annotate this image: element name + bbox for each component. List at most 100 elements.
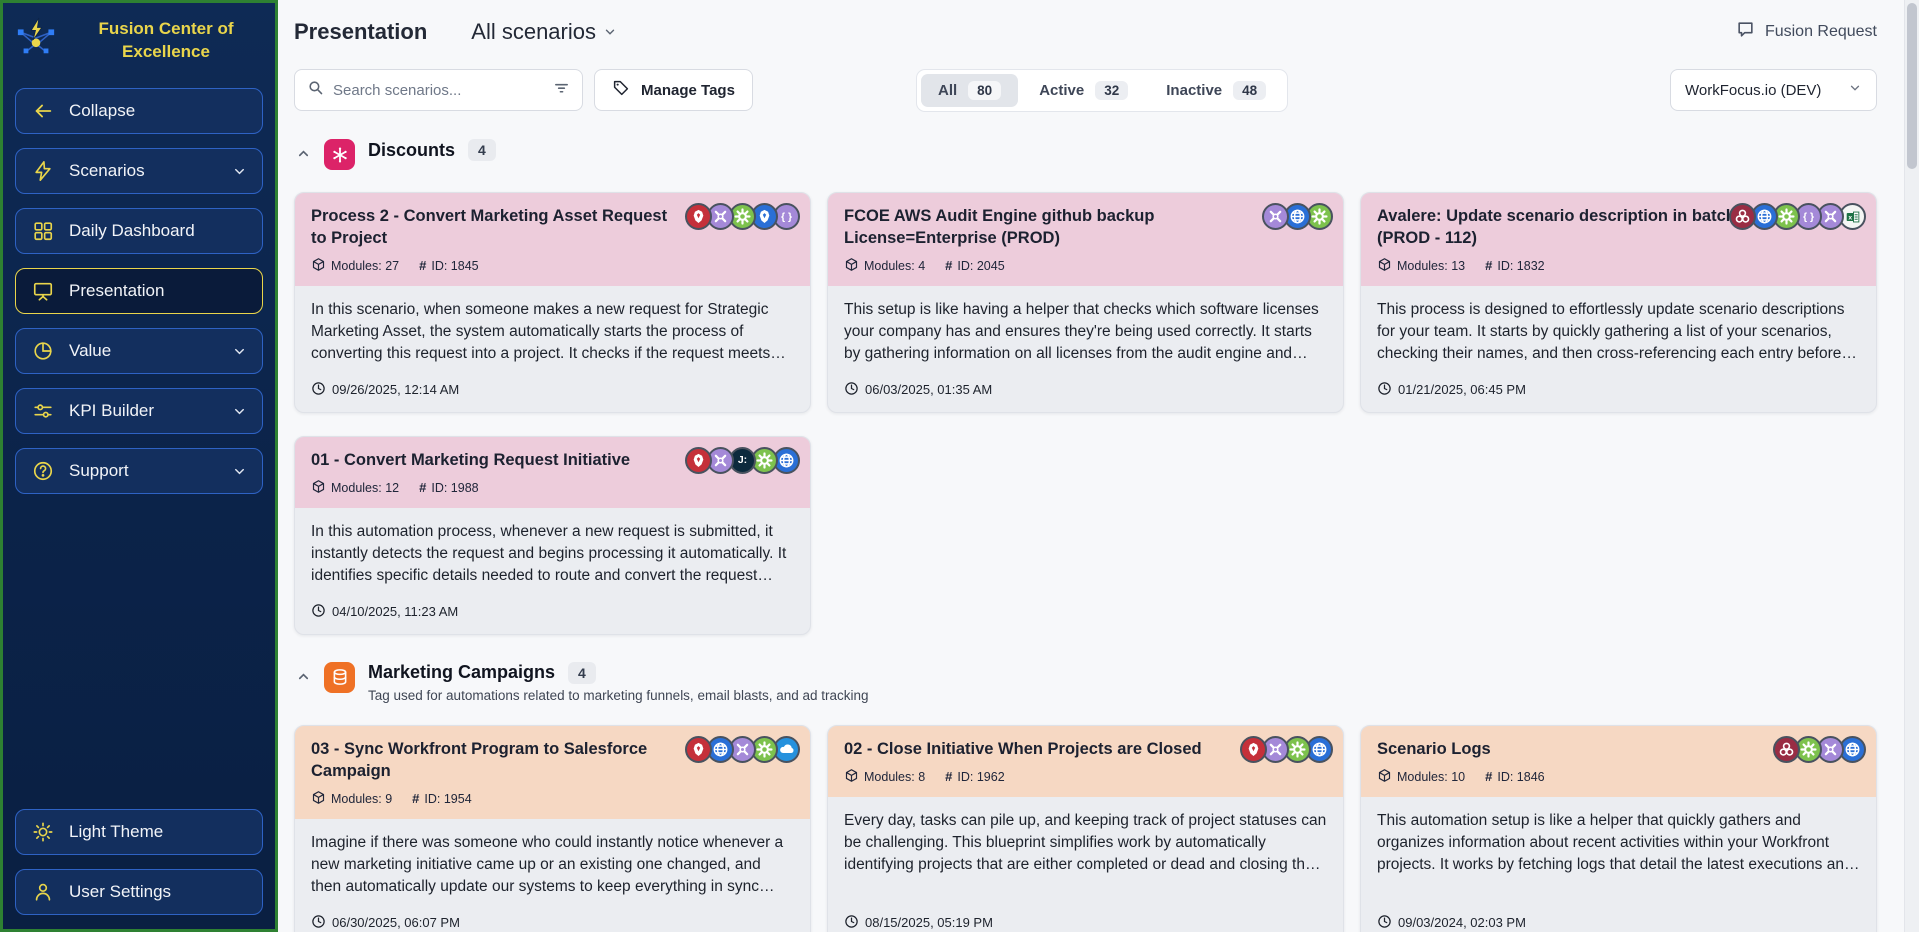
sidebar-item-support[interactable]: Support [15,448,263,494]
card-header: Process 2 - Convert Marketing Asset Requ… [295,193,810,286]
clock-icon [1377,381,1392,399]
module-icon-cluster: J: [685,446,800,474]
sidebar-item-label: User Settings [69,882,172,901]
cube-icon [311,790,326,808]
fusion-request-link[interactable]: Fusion Request [1736,20,1877,44]
pie-icon [31,339,55,363]
tab-count-badge: 32 [1095,80,1129,100]
scenario-card[interactable]: Process 2 - Convert Marketing Asset Requ… [294,192,811,413]
card-header: 02 - Close Initiative When Projects are … [828,725,1343,797]
environment-select[interactable]: WorkFocus.io (DEV) [1670,69,1877,111]
scenario-description: Every day, tasks can pile up, and keepin… [844,811,1327,873]
scenario-scope-dropdown[interactable]: All scenarios [471,19,617,45]
sidebar-item-user-settings[interactable]: User Settings [15,869,263,915]
scenario-id: # ID: 1845 [419,258,479,274]
card-grid: 03 - Sync Workfront Program to Salesforc… [294,724,1877,932]
hash-icon: # [1485,258,1493,274]
cube-icon [844,257,859,275]
card-meta: Modules: 10 # ID: 1846 [1377,768,1860,786]
hash-icon: # [945,769,953,785]
section-collapse-button[interactable] [296,146,311,166]
card-meta: Modules: 12 # ID: 1988 [311,479,794,497]
section-title: Discounts [368,139,456,160]
chevron-down-icon [232,404,247,419]
card-header: Scenario Logs Modules: 10 # ID: 1846 [1361,725,1876,797]
scenario-card[interactable]: Scenario Logs Modules: 10 # ID: 1846 This au… [1360,724,1877,932]
sidebar-item-label: KPI Builder [69,401,155,420]
card-header: FCOE AWS Audit Engine github backup Lice… [828,193,1343,286]
scenario-id: # ID: 1846 [1485,769,1545,785]
manage-tags-button[interactable]: Manage Tags [594,69,753,111]
module-icon-cluster: { } x [1729,203,1866,230]
scenario-card[interactable]: Avalere: Update scenario description in … [1360,192,1877,413]
scrollbar-thumb[interactable] [1907,3,1917,169]
clock-icon [1377,914,1392,932]
knot-module-icon [1773,735,1800,763]
knot-module-icon [1729,203,1756,230]
sidebar-item-label: Daily Dashboard [69,221,195,240]
tab-inactive[interactable]: Inactive 48 [1149,74,1283,107]
filter-icon[interactable] [553,79,570,101]
manage-tags-label: Manage Tags [641,81,735,99]
flow-module-icon [1262,203,1289,230]
modules-count: Modules: 4 [844,257,925,275]
hash-icon: # [945,258,953,274]
tab-all[interactable]: All 80 [921,73,1019,107]
tab-label: Inactive [1166,81,1223,99]
scenario-card[interactable]: 03 - Sync Workfront Program to Salesforc… [294,724,811,932]
modules-count: Modules: 13 [1377,257,1465,275]
scenario-description: This automation setup is like a helper t… [1377,811,1853,873]
chevron-up-icon [296,669,311,689]
tab-active[interactable]: Active 32 [1022,74,1145,107]
card-header: 01 - Convert Marketing Request Initiativ… [295,436,810,508]
card-meta: Modules: 9 # ID: 1954 [311,790,794,808]
sidebar-nav: Collapse Scenarios Daily Dashboard Presenta… [3,74,275,494]
cube-icon [1377,768,1392,786]
module-icon-cluster: { } [685,203,800,230]
sidebar-item-kpi-builder[interactable]: KPI Builder [15,388,263,434]
scenario-description: This setup is like having a helper that … [844,300,1319,362]
sidebar-item-daily-dashboard[interactable]: Daily Dashboard [15,208,263,254]
scenario-description: Imagine if there was someone who could i… [311,833,784,895]
sidebar-item-label: Value [69,341,112,360]
section-count-badge: 4 [468,139,496,161]
scenario-id: # ID: 1988 [419,480,479,496]
sidebar-item-label: Scenarios [69,161,145,180]
sidebar-item-label: Collapse [69,101,136,120]
sun-icon [31,820,55,844]
card-header: 03 - Sync Workfront Program to Salesforc… [295,725,810,819]
vertical-scrollbar[interactable] [1904,0,1919,932]
scenario-description: In this scenario, when someone makes a n… [311,300,771,362]
tab-count-badge: 48 [1233,80,1267,100]
scenario-card[interactable]: 02 - Close Initiative When Projects are … [827,724,1344,932]
search-input[interactable] [333,81,544,99]
scenario-timestamp: 06/03/2025, 01:35 AM [844,365,1327,399]
scenario-filter-tabs: All 80 Active 32 Inactive 48 [916,68,1289,112]
scenario-card[interactable]: 01 - Convert Marketing Request Initiativ… [294,435,811,635]
sidebar-footer-nav: Light Theme User Settings [3,795,275,929]
scenario-timestamp: 09/26/2025, 12:14 AM [311,365,794,399]
tag-icon [612,79,630,101]
sidebar-item-presentation[interactable]: Presentation [15,268,263,314]
modules-count: Modules: 9 [311,790,392,808]
section-subtitle: Tag used for automations related to mark… [368,687,869,703]
chevron-down-icon [1848,81,1862,99]
sidebar-item-label: Light Theme [69,822,164,841]
sidebar-item-light-theme[interactable]: Light Theme [15,809,263,855]
sidebar: Fusion Center of Excellence Collapse Scen… [0,0,278,932]
section-collapse-button[interactable] [296,669,311,689]
cube-icon [1377,257,1392,275]
card-header: Avalere: Update scenario description in … [1361,193,1876,286]
workfront-red-module-icon [685,203,712,230]
scenario-card[interactable]: FCOE AWS Audit Engine github backup Lice… [827,192,1344,413]
sidebar-item-collapse[interactable]: Collapse [15,88,263,134]
workfront-red-module-icon [1240,735,1267,763]
tab-label: All [938,81,958,99]
sidebar-item-scenarios[interactable]: Scenarios [15,148,263,194]
main-area: Presentation All scenarios Fusion Reques… [278,0,1919,932]
chevron-up-icon [296,146,311,166]
tab-label: Active [1039,81,1085,99]
sidebar-item-value[interactable]: Value [15,328,263,374]
lightning-icon [31,159,55,183]
scenario-timestamp: 01/21/2025, 06:45 PM [1377,365,1860,399]
